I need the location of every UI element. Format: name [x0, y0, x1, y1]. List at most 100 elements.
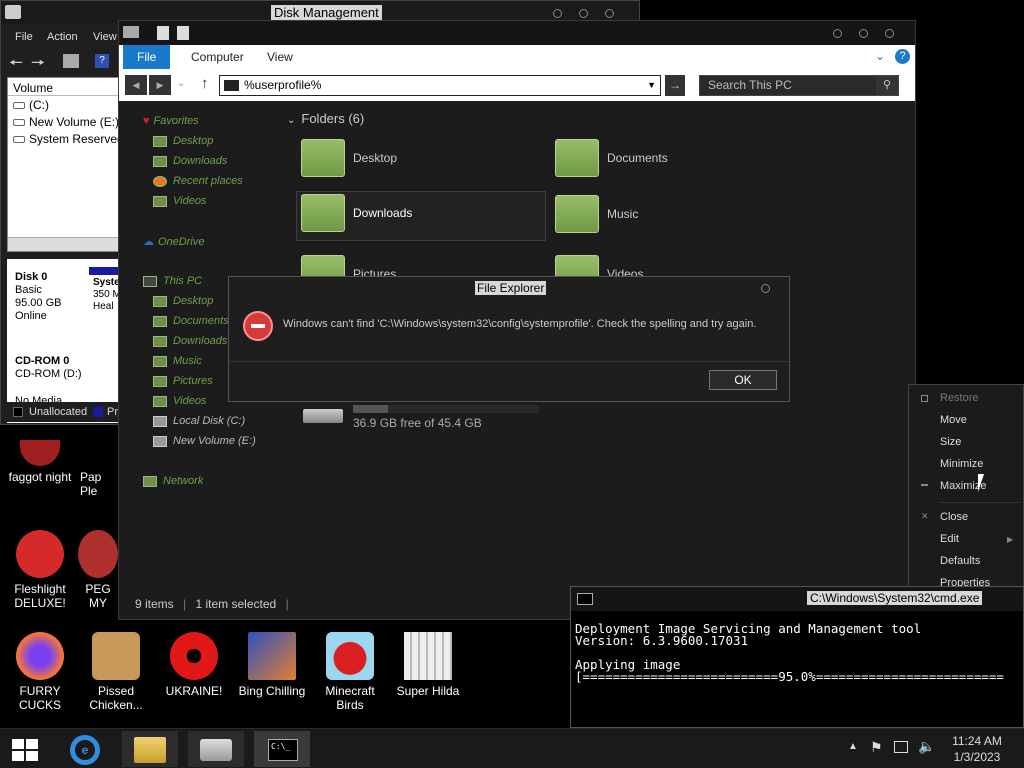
menu-view[interactable]: View — [93, 31, 117, 43]
back-arrow-icon[interactable]: 🠔 — [9, 52, 23, 79]
up-arrow-icon[interactable]: ↑ — [201, 75, 209, 92]
chevron-down-icon[interactable]: ⌄ — [875, 49, 885, 63]
properties-icon[interactable] — [63, 54, 79, 68]
nav-fav-recent[interactable]: Recent places — [153, 175, 243, 187]
forward-button[interactable]: ▶ — [149, 75, 171, 95]
folder-desktop[interactable]: Desktop — [297, 137, 527, 183]
nav-network[interactable]: Network — [143, 475, 203, 487]
minimize-button[interactable] — [833, 29, 842, 38]
menu-item-close[interactable]: Close — [940, 511, 968, 523]
volume-icon[interactable]: 🔈 — [918, 738, 935, 755]
minimize-button[interactable] — [553, 9, 562, 18]
quick-access-icons[interactable] — [123, 26, 139, 38]
clock[interactable]: 11:24 AM 1/3/2023 — [946, 733, 1008, 765]
menu-separator — [940, 502, 1020, 503]
documents-folder-icon — [555, 139, 599, 177]
music-icon — [153, 355, 167, 367]
volume-row[interactable]: (C:) — [8, 96, 120, 113]
ok-button[interactable]: OK — [709, 370, 777, 390]
tab-file[interactable]: File — [123, 45, 171, 69]
nav-pc-music[interactable]: Music — [153, 355, 202, 367]
address-dropdown-icon[interactable]: ▼ — [647, 76, 656, 95]
desktop-icon-7[interactable]: UKRAINE! — [154, 632, 234, 698]
volume-row[interactable]: System Reserved — [8, 130, 120, 147]
menu-item-defaults[interactable]: Defaults — [940, 555, 980, 567]
nav-pc-newvolume[interactable]: New Volume (E:) — [153, 435, 256, 447]
nav-pc-pictures[interactable]: Pictures — [153, 375, 213, 387]
menu-file[interactable]: File — [15, 31, 33, 43]
menu-item-edit[interactable]: Edit — [940, 533, 959, 545]
back-button[interactable]: ◀ — [125, 75, 147, 95]
action-center-flag-icon[interactable]: ⚑ — [870, 739, 883, 756]
cdrom-info[interactable]: CD-ROM 0 CD-ROM (D:) No Media — [15, 355, 82, 408]
desktop-icon-1[interactable]: faggot night — [0, 440, 80, 484]
menu-item-restore[interactable]: Restore — [940, 392, 979, 404]
desktop-icon-6[interactable]: Pissed Chicken... — [76, 632, 156, 712]
recent-places-icon — [153, 175, 167, 187]
help-icon[interactable]: ? — [895, 49, 910, 64]
menu-item-move[interactable]: Move — [940, 414, 967, 426]
nav-favorites[interactable]: ♥ Favorites — [143, 115, 199, 127]
desktop-icon-9[interactable]: Minecraft Birds — [310, 632, 390, 712]
folders-group-header[interactable]: ⌄ Folders (6) — [287, 111, 364, 126]
close-button[interactable] — [761, 284, 770, 293]
nav-pc-documents[interactable]: Documents — [153, 315, 229, 327]
search-icon[interactable]: ⚲ — [876, 76, 898, 95]
drive-item[interactable]: 36.9 GB free of 45.4 GB — [299, 401, 539, 431]
taskbar-disk-mgmt[interactable] — [188, 731, 244, 767]
menu-item-minimize[interactable]: Minimize — [940, 458, 983, 470]
error-message: Windows can't find 'C:\Windows\system32\… — [283, 318, 757, 330]
nav-fav-videos[interactable]: Videos — [153, 195, 206, 207]
folder-documents[interactable]: Documents — [551, 137, 781, 183]
maximize-button[interactable] — [859, 29, 868, 38]
close-button[interactable] — [605, 9, 614, 18]
properties-icon[interactable] — [177, 26, 189, 40]
title-bar[interactable] — [119, 21, 915, 45]
maximize-button[interactable] — [579, 9, 588, 18]
start-button[interactable] — [0, 731, 56, 767]
folder-music[interactable]: Music — [551, 193, 781, 239]
nav-pc-desktop[interactable]: Desktop — [153, 295, 213, 307]
partition-block[interactable]: Syste 350 M Heal — [89, 267, 121, 333]
drive-icon — [13, 136, 25, 143]
nav-fav-downloads[interactable]: Downloads — [153, 155, 227, 167]
nav-pc-localdisk[interactable]: Local Disk (C:) — [153, 415, 245, 427]
help-icon[interactable]: ? — [95, 54, 109, 68]
videos-icon — [153, 395, 167, 407]
partition-name: Syste — [93, 277, 120, 288]
forward-arrow-icon[interactable]: 🠖 — [31, 52, 45, 79]
volume-list: Volume (C:) New Volume (E:) System Reser… — [7, 77, 121, 252]
nav-pc-videos[interactable]: Videos — [153, 395, 206, 407]
nav-onedrive[interactable]: ☁ OneDrive — [143, 235, 204, 248]
desktop-icon-5[interactable]: FURRY CUCKS — [0, 632, 80, 712]
show-hidden-icons-icon[interactable]: ▲ — [848, 741, 858, 752]
nav-pc-downloads[interactable]: Downloads — [153, 335, 227, 347]
nav-fav-desktop[interactable]: Desktop — [153, 135, 213, 147]
tab-computer[interactable]: Computer — [177, 45, 258, 69]
recent-dropdown-icon[interactable]: ⌄ — [177, 78, 185, 89]
menu-item-size[interactable]: Size — [940, 436, 961, 448]
go-button[interactable]: → — [665, 75, 685, 96]
desktop-icon-4[interactable]: PEG MY — [76, 530, 120, 610]
horizontal-scrollbar[interactable] — [8, 237, 120, 251]
close-button[interactable] — [885, 29, 894, 38]
unallocated-swatch — [13, 407, 23, 417]
taskbar-explorer[interactable] — [122, 731, 178, 767]
search-input[interactable]: Search This PC ⚲ — [699, 75, 899, 96]
tab-view[interactable]: View — [253, 45, 307, 69]
nav-thispc[interactable]: This PC — [143, 275, 202, 287]
taskbar-ie[interactable]: e — [58, 731, 114, 767]
desktop-icon-10[interactable]: Super Hilda — [388, 632, 468, 698]
desktop-icon-3[interactable]: Fleshlight DELUXE! — [0, 530, 80, 610]
address-bar[interactable]: %userprofile% ▼ — [219, 75, 661, 96]
volume-row[interactable]: New Volume (E:) — [8, 113, 120, 130]
folder-downloads[interactable]: Downloads — [296, 191, 546, 241]
legend-primary: Pr — [107, 406, 118, 418]
taskbar-cmd[interactable]: C:\_ — [254, 731, 310, 767]
menu-action[interactable]: Action — [47, 31, 78, 43]
disk0-info[interactable]: Disk 0 Basic 95.00 GB Online — [15, 271, 61, 323]
column-header-volume[interactable]: Volume — [8, 78, 120, 96]
new-folder-icon[interactable] — [157, 26, 169, 40]
network-icon[interactable] — [894, 741, 908, 753]
desktop-icon-8[interactable]: Bing Chilling — [232, 632, 312, 698]
